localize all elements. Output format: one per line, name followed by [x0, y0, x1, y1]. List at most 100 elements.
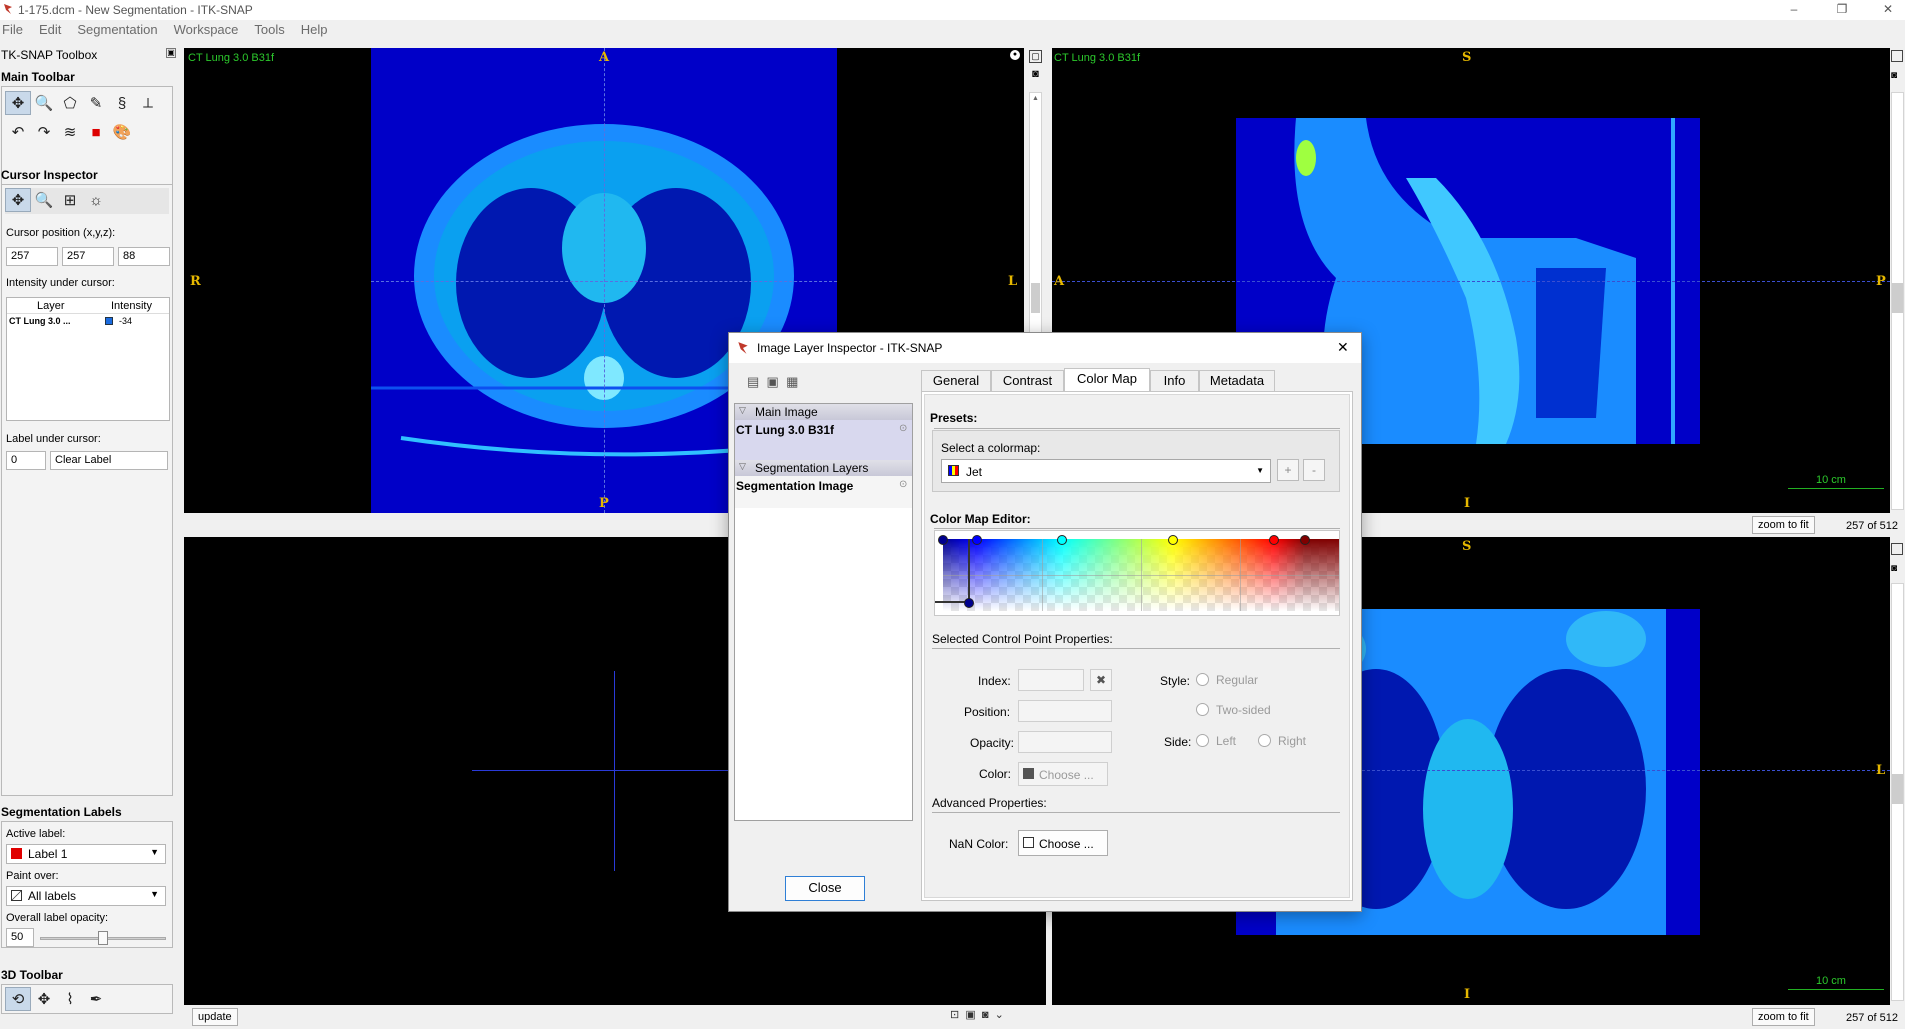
tab-info[interactable]: Info [1150, 370, 1199, 392]
inspect-icon[interactable]: ☼ [83, 189, 109, 213]
zoom-fit-icon[interactable]: ▢ [1029, 50, 1042, 63]
control-point[interactable] [1167, 535, 1178, 545]
axial-scroll-thumb[interactable] [1031, 283, 1040, 313]
main-image-header[interactable]: ▽ Main Image [735, 404, 912, 420]
control-point[interactable] [971, 535, 982, 545]
maximize-button[interactable]: ❐ [1834, 2, 1850, 16]
layer-item-main[interactable]: CT Lung 3.0 B31f ⊙ [735, 420, 912, 460]
sagittal-scroll-thumb[interactable] [1892, 283, 1903, 313]
collapse-icon[interactable]: ▽ [739, 461, 746, 472]
camera-icon[interactable]: ◙ [1891, 70, 1897, 81]
style-two-sided-radio[interactable] [1196, 703, 1209, 716]
save-image-icon[interactable]: ▣ [767, 374, 779, 389]
redo-icon[interactable]: ↷ [31, 121, 57, 145]
minimize-button[interactable]: – [1786, 2, 1802, 16]
tab-general[interactable]: General [921, 370, 991, 392]
chevron-down-icon[interactable]: ⌄ [995, 1009, 1004, 1021]
control-point[interactable] [1056, 535, 1067, 545]
coronal-zoom-to-fit-button[interactable]: zoom to fit [1752, 1008, 1815, 1026]
palette-icon[interactable]: 🎨 [109, 121, 135, 145]
position-field[interactable] [1018, 700, 1112, 722]
scroll-up-icon[interactable]: ▲ [1032, 95, 1039, 102]
zoom-fit-icon[interactable] [1891, 543, 1903, 555]
remove-preset-button[interactable]: - [1303, 459, 1325, 481]
table-row[interactable]: CT Lung 3.0 ... -34 [7, 315, 169, 329]
colormap-select[interactable]: Jet ▼ [941, 459, 1271, 483]
menu-file[interactable]: File [2, 22, 23, 37]
cursor-x-field[interactable]: 257 [6, 247, 58, 266]
coronal-scroll-thumb[interactable] [1892, 774, 1903, 804]
control-point[interactable] [1268, 535, 1279, 545]
active-label-select[interactable]: Label 1 ▼ [6, 844, 166, 864]
update-button[interactable]: update [192, 1008, 238, 1026]
control-point[interactable] [938, 535, 948, 545]
axial-top-orientation: A [599, 50, 610, 65]
open-image-icon[interactable]: ▤ [747, 374, 759, 389]
snake-tool-icon[interactable]: § [109, 92, 135, 116]
side-right-radio[interactable] [1258, 734, 1271, 747]
menu-help[interactable]: Help [301, 22, 328, 37]
scalpel-icon[interactable]: ⌇ [57, 988, 83, 1012]
menu-tools[interactable]: Tools [254, 22, 284, 37]
delete-cp-icon[interactable]: ✖ [1090, 669, 1112, 691]
ruler-tool-icon[interactable]: ⟂ [135, 92, 161, 116]
layers-icon[interactable]: ≋ [57, 121, 83, 145]
coronal-slice-scrollbar[interactable] [1891, 583, 1904, 1001]
crosshair-tool-icon[interactable]: ✥ [5, 91, 31, 115]
menu-edit[interactable]: Edit [39, 22, 61, 37]
opacity-slider-handle[interactable] [98, 931, 108, 945]
layout-icon[interactable]: ⊡ [950, 1009, 959, 1021]
zoom-fit-icon[interactable] [1891, 50, 1903, 62]
tab-metadata[interactable]: Metadata [1199, 370, 1275, 392]
undo-icon[interactable]: ↶ [5, 121, 31, 145]
color-choose-button[interactable]: Choose ... [1018, 762, 1108, 786]
close-icon[interactable]: ✕ [1337, 339, 1349, 356]
camera-icon[interactable]: ◙ [982, 1009, 989, 1021]
layer-menu-icon[interactable]: ⊙ [899, 423, 907, 434]
opacity-field[interactable]: 50 [6, 928, 34, 947]
crosshair-3d-icon[interactable]: ✥ [31, 988, 57, 1012]
zoom-mode-icon[interactable]: 🔍 [31, 189, 57, 213]
menu-workspace[interactable]: Workspace [174, 22, 239, 37]
control-point[interactable] [1300, 535, 1311, 545]
opacity-field[interactable] [1018, 731, 1112, 753]
cursor-z-field[interactable]: 88 [118, 247, 170, 266]
layer-item-segmentation[interactable]: Segmentation Image ⊙ [735, 476, 912, 508]
close-window-button[interactable]: ✕ [1880, 2, 1896, 16]
polygon-tool-icon[interactable]: ⬠ [57, 92, 83, 116]
zoom-fit-icon[interactable]: ▣ [965, 1009, 975, 1021]
layer-menu-icon[interactable]: ⊙ [899, 479, 907, 490]
spray-paint-icon[interactable]: ✒ [83, 988, 109, 1012]
index-spinbox[interactable] [1018, 669, 1084, 691]
label-color-icon[interactable]: ■ [83, 121, 109, 145]
side-left-radio[interactable] [1196, 734, 1209, 747]
layout-icon[interactable]: ⊞ [57, 189, 83, 213]
label-name-field: Clear Label [50, 451, 168, 470]
camera-icon[interactable]: ◙ [1891, 563, 1897, 574]
collapse-icon[interactable]: ▽ [739, 405, 746, 416]
index-label: Index: [978, 674, 1011, 688]
scale-bar-label: 10 cm [1816, 975, 1846, 987]
zoom-tool-icon[interactable]: 🔍 [31, 92, 57, 116]
seg-layers-header[interactable]: ▽ Segmentation Layers [735, 460, 912, 476]
nan-color-choose-button[interactable]: Choose ... [1018, 830, 1108, 856]
tab-contrast[interactable]: Contrast [991, 370, 1064, 392]
style-regular-radio[interactable] [1196, 673, 1209, 686]
sagittal-slice-scrollbar[interactable] [1891, 92, 1904, 510]
sagittal-zoom-to-fit-button[interactable]: zoom to fit [1752, 516, 1815, 534]
rotate-3d-icon[interactable]: ⟲ [5, 987, 31, 1011]
paintbrush-tool-icon[interactable]: ✎ [83, 92, 109, 116]
menu-segmentation[interactable]: Segmentation [77, 22, 157, 37]
camera-icon[interactable]: ◙ [1029, 68, 1042, 81]
color-map-editor[interactable] [934, 530, 1340, 616]
view-options-icon[interactable]: ● [1010, 50, 1020, 60]
tab-color-map[interactable]: Color Map [1064, 368, 1150, 392]
crosshair-mode-icon[interactable]: ✥ [5, 188, 31, 212]
paint-over-select[interactable]: All labels ▼ [6, 886, 166, 906]
image-info-icon[interactable]: ▦ [786, 374, 798, 389]
close-button[interactable]: Close [785, 876, 865, 901]
control-point-bottom[interactable] [964, 598, 974, 608]
cursor-y-field[interactable]: 257 [62, 247, 114, 266]
undock-icon[interactable]: ▣ [166, 48, 176, 58]
add-preset-button[interactable]: + [1277, 459, 1299, 481]
